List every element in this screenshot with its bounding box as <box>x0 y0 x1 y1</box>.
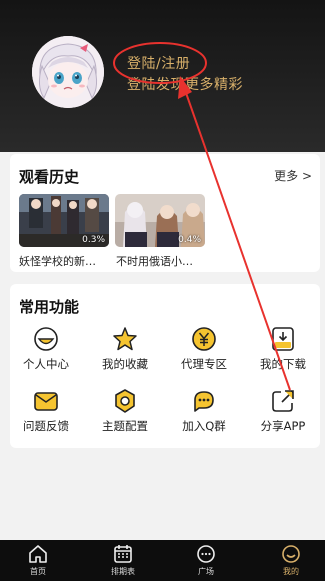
watch-history-title: 观看历史 <box>19 168 80 186</box>
tab-label: 首页 <box>30 567 46 576</box>
tab-mine[interactable]: 我的 <box>271 543 311 577</box>
tab-square[interactable]: 广场 <box>186 543 226 577</box>
profile-header: 登陆/注册 登陆发现更多精彩 <box>0 0 325 152</box>
history-thumbnail[interactable]: 0.3% <box>19 194 109 247</box>
feature-label: 主题配置 <box>102 419 148 433</box>
feature-my-downloads[interactable]: 我的下载 <box>253 326 313 372</box>
theme-icon <box>115 389 135 413</box>
smile-face-icon <box>34 327 58 351</box>
tab-schedule[interactable]: 排期表 <box>103 543 143 577</box>
feature-label: 我的下载 <box>260 357 306 371</box>
feature-agent-zone[interactable]: 代理专区 <box>174 326 234 372</box>
login-subtitle: 登陆发现更多精彩 <box>127 77 243 93</box>
bottom-tab-bar: 首页 排期表 广场 我的 <box>0 540 325 581</box>
feature-label: 我的收藏 <box>102 357 148 371</box>
feature-label: 分享APP <box>260 419 306 433</box>
download-icon <box>272 327 294 351</box>
home-icon <box>29 545 47 563</box>
mail-icon <box>34 392 58 411</box>
more-link[interactable]: 更多 > <box>274 167 312 184</box>
tab-label: 排期表 <box>111 567 135 576</box>
tab-home[interactable]: 首页 <box>18 543 58 577</box>
history-progress: 0.3% <box>82 235 105 245</box>
yen-coin-icon <box>192 327 216 351</box>
feature-label: 代理专区 <box>181 357 227 371</box>
share-icon <box>272 390 294 412</box>
feature-label: 加入Q群 <box>182 419 226 433</box>
feature-personal-center[interactable]: 个人中心 <box>16 326 76 372</box>
history-progress: 0.4% <box>178 235 201 245</box>
smile-face-icon <box>282 545 300 563</box>
avatar[interactable] <box>32 36 104 108</box>
feature-join-qq-group[interactable]: 加入Q群 <box>174 388 234 434</box>
feature-share-app[interactable]: 分享APP <box>253 388 313 434</box>
tab-label: 我的 <box>283 567 299 576</box>
anime-avatar-image <box>32 36 104 108</box>
feature-label: 问题反馈 <box>23 419 69 433</box>
feature-my-favorites[interactable]: 我的收藏 <box>95 326 155 372</box>
feature-theme-config[interactable]: 主题配置 <box>95 388 155 434</box>
history-thumbnail[interactable]: 0.4% <box>115 194 205 247</box>
star-icon <box>113 327 137 351</box>
watch-history-card: 观看历史 更多 > 0.3% 妖怪学校的新… 0.4% 不时用俄语小… <box>10 154 320 272</box>
history-item-title[interactable]: 妖怪学校的新… <box>19 253 96 269</box>
history-item-title[interactable]: 不时用俄语小… <box>116 253 193 269</box>
tab-label: 广场 <box>198 567 214 576</box>
message-icon <box>197 545 215 563</box>
feature-label: 个人中心 <box>23 357 69 371</box>
common-functions-title: 常用功能 <box>19 298 80 316</box>
common-functions-card: 常用功能 个人中心 我的收藏 代理专区 我的下载 问题反馈 主题配置 加入Q群 … <box>10 284 320 448</box>
chat-bubble-icon <box>194 391 214 412</box>
login-register-link[interactable]: 登陆/注册 <box>127 53 190 73</box>
calendar-icon <box>114 545 132 563</box>
feature-feedback[interactable]: 问题反馈 <box>16 388 76 434</box>
